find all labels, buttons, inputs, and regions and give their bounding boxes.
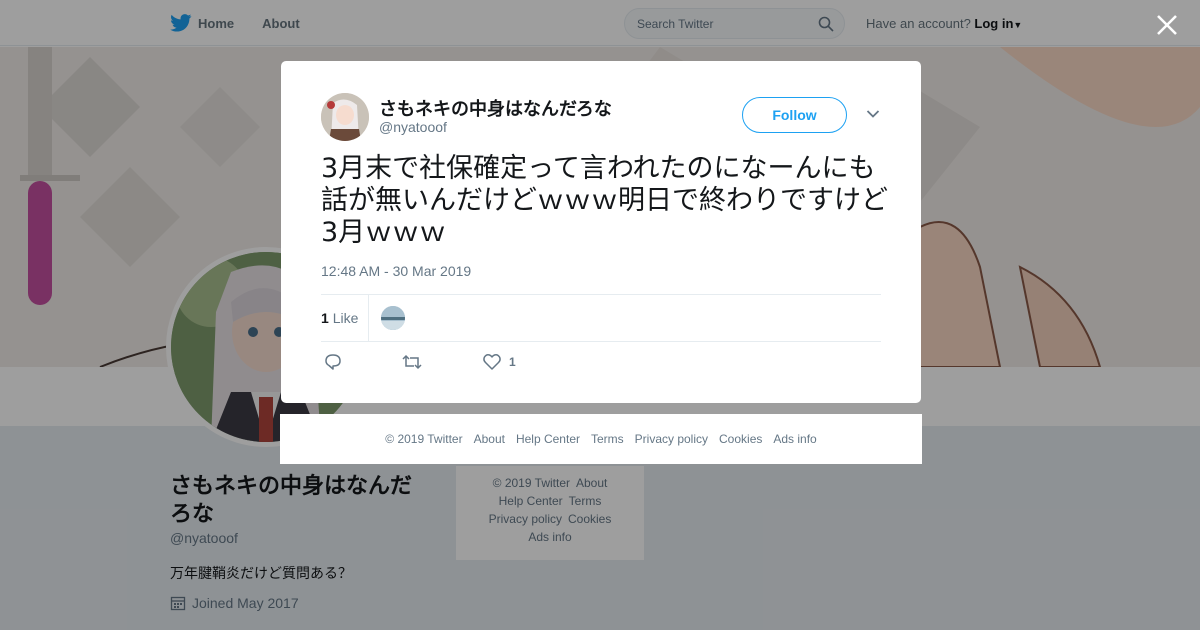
reply-icon [325, 354, 341, 370]
modal-footer-link-cookies[interactable]: Cookies [719, 432, 762, 446]
tweet-text: 3月末で社保確定って言われたのになーんにも話が無いんだけどｗｗｗ明日で終わりです… [321, 153, 888, 248]
modal-footer-link-about[interactable]: About [474, 432, 505, 446]
stats-divider [368, 295, 369, 341]
like-button[interactable]: 1 [483, 353, 516, 371]
like-stat-label: Like [332, 310, 359, 326]
reply-button[interactable] [324, 353, 342, 371]
close-icon[interactable] [1154, 12, 1180, 38]
liker-avatar[interactable] [381, 306, 405, 330]
tweet-avatar-illustration [321, 93, 369, 141]
tweet-stats: 1 Like [321, 294, 881, 342]
liker-avatar-illustration [381, 306, 405, 330]
retweet-icon [402, 354, 422, 370]
modal-footer-link-privacy[interactable]: Privacy policy [635, 432, 708, 446]
heart-icon [483, 354, 501, 370]
tweet-author-handle[interactable]: @nyatooof [379, 119, 447, 135]
modal-footer-link-help[interactable]: Help Center [516, 432, 580, 446]
modal-footer-link-terms[interactable]: Terms [591, 432, 624, 446]
tweet-timestamp[interactable]: 12:48 AM - 30 Mar 2019 [321, 263, 471, 279]
tweet-author-name[interactable]: さもネキの中身はなんだろな [379, 95, 612, 121]
like-stat-count: 1 [321, 310, 329, 326]
like-button-count: 1 [509, 355, 516, 369]
chevron-down-icon[interactable] [866, 109, 880, 119]
follow-button[interactable]: Follow [742, 97, 847, 133]
modal-footer-copyright: © 2019 Twitter [385, 432, 463, 446]
retweet-button[interactable] [402, 353, 422, 371]
like-stat[interactable]: 1 Like [321, 310, 358, 326]
tweet-author-avatar[interactable] [321, 93, 369, 141]
modal-footer: © 2019 Twitter About Help Center Terms P… [280, 414, 922, 464]
modal-footer-link-ads[interactable]: Ads info [773, 432, 816, 446]
tweet-modal: さもネキの中身はなんだろな @nyatooof Follow 3月末で社保確定っ… [281, 61, 921, 403]
